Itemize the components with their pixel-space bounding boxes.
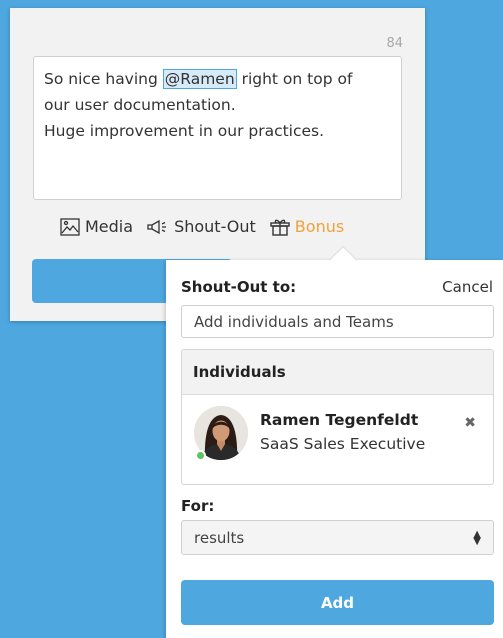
image-icon — [60, 217, 80, 236]
mention-tag[interactable]: @Ramen — [162, 69, 237, 89]
for-label: For: — [181, 497, 215, 515]
megaphone-icon — [147, 219, 169, 235]
individual-title: SaaS Sales Executive — [260, 435, 426, 453]
individuals-panel: Individuals Ramen Tegenfeldt SaaS Sales … — [181, 349, 494, 485]
recipient-search-input[interactable]: Add individuals and Teams — [181, 305, 494, 338]
media-button[interactable]: Media — [60, 217, 133, 236]
add-button[interactable]: Add — [181, 580, 494, 625]
message-text-line1-end: right on top of — [236, 70, 353, 88]
cancel-link[interactable]: Cancel — [442, 278, 493, 296]
message-text-line3: Huge improvement in our practices. — [44, 122, 325, 140]
reason-select[interactable]: results ▲ ▼ — [181, 520, 494, 555]
reason-selected-value: results — [194, 528, 245, 547]
message-text-start: So nice having — [44, 70, 163, 88]
online-status-indicator — [195, 450, 206, 461]
select-caret-icon: ▲ ▼ — [473, 528, 481, 547]
message-textarea[interactable]: So nice having @Ramen right on top of ou… — [33, 56, 402, 200]
remove-icon[interactable]: ✖ — [464, 415, 476, 431]
shoutout-to-label: Shout-Out to: — [181, 278, 297, 296]
composer-toolbar: Media Shout-Out Bonus — [60, 217, 344, 236]
shoutout-button[interactable]: Shout-Out — [147, 217, 256, 236]
character-counter: 84 — [386, 36, 403, 51]
individuals-header: Individuals — [182, 350, 493, 395]
individual-row: Ramen Tegenfeldt SaaS Sales Executive ✖ — [182, 395, 493, 484]
bonus-button[interactable]: Bonus — [270, 217, 344, 236]
gift-icon — [270, 218, 290, 236]
media-label: Media — [85, 217, 134, 236]
shoutout-label: Shout-Out — [174, 217, 256, 236]
shoutout-popover: Shout-Out to: Cancel Add individuals and… — [166, 245, 503, 638]
individual-name: Ramen Tegenfeldt — [260, 411, 419, 429]
message-text-line2: our user documentation. — [44, 96, 236, 114]
bonus-label: Bonus — [294, 217, 345, 236]
